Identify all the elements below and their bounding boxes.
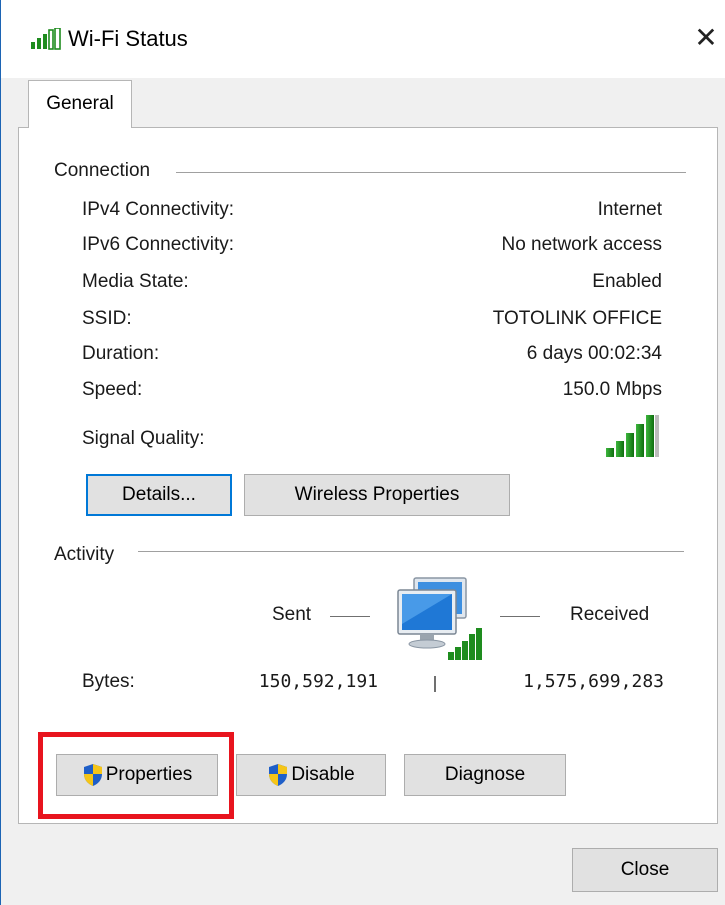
diagnose-button[interactable]: Diagnose [404,754,566,796]
wireless-properties-button[interactable]: Wireless Properties [244,474,510,516]
close-button[interactable]: Close [572,848,718,892]
media-state-label: Media State: [82,271,189,292]
received-label: Received [570,604,650,625]
disable-button[interactable]: Disable [236,754,386,796]
network-computers-icon [392,576,492,669]
bytes-received-value: 1,575,699,283 [523,671,664,692]
bytes-sent-value: 150,592,191 [258,671,378,692]
connection-divider [176,172,686,173]
sent-line [330,616,370,617]
close-icon[interactable]: ✕ [689,20,723,56]
connection-group-label: Connection [54,160,151,181]
red-highlight-box [38,732,234,819]
ipv6-value: No network access [501,234,662,255]
media-state-value: Enabled [592,271,662,292]
ipv6-label: IPv6 Connectivity: [82,234,235,255]
activity-group-label: Activity [54,544,115,565]
speed-label: Speed: [82,379,143,400]
uac-shield-icon [267,763,289,787]
details-button[interactable]: Details... [86,474,232,516]
received-line [500,616,540,617]
ssid-label: SSID: [82,308,132,329]
window-title: Wi-Fi Status [68,26,188,51]
ipv4-label: IPv4 Connectivity: [82,199,235,220]
signal-bars-icon [604,414,664,463]
signal-quality-label: Signal Quality: [82,428,205,449]
speed-value: 150.0 Mbps [562,379,662,400]
duration-value: 6 days 00:02:34 [526,343,662,364]
sent-label: Sent [272,604,312,625]
wifi-signal-icon [30,27,64,55]
disable-button-label: Disable [291,764,355,785]
bytes-label: Bytes: [82,671,135,692]
duration-label: Duration: [82,343,160,364]
activity-divider [138,551,684,552]
ipv4-value: Internet [597,199,662,220]
tab-general[interactable]: General [28,80,132,128]
ssid-value: TOTOLINK OFFICE [492,308,662,329]
bytes-separator [434,676,436,692]
